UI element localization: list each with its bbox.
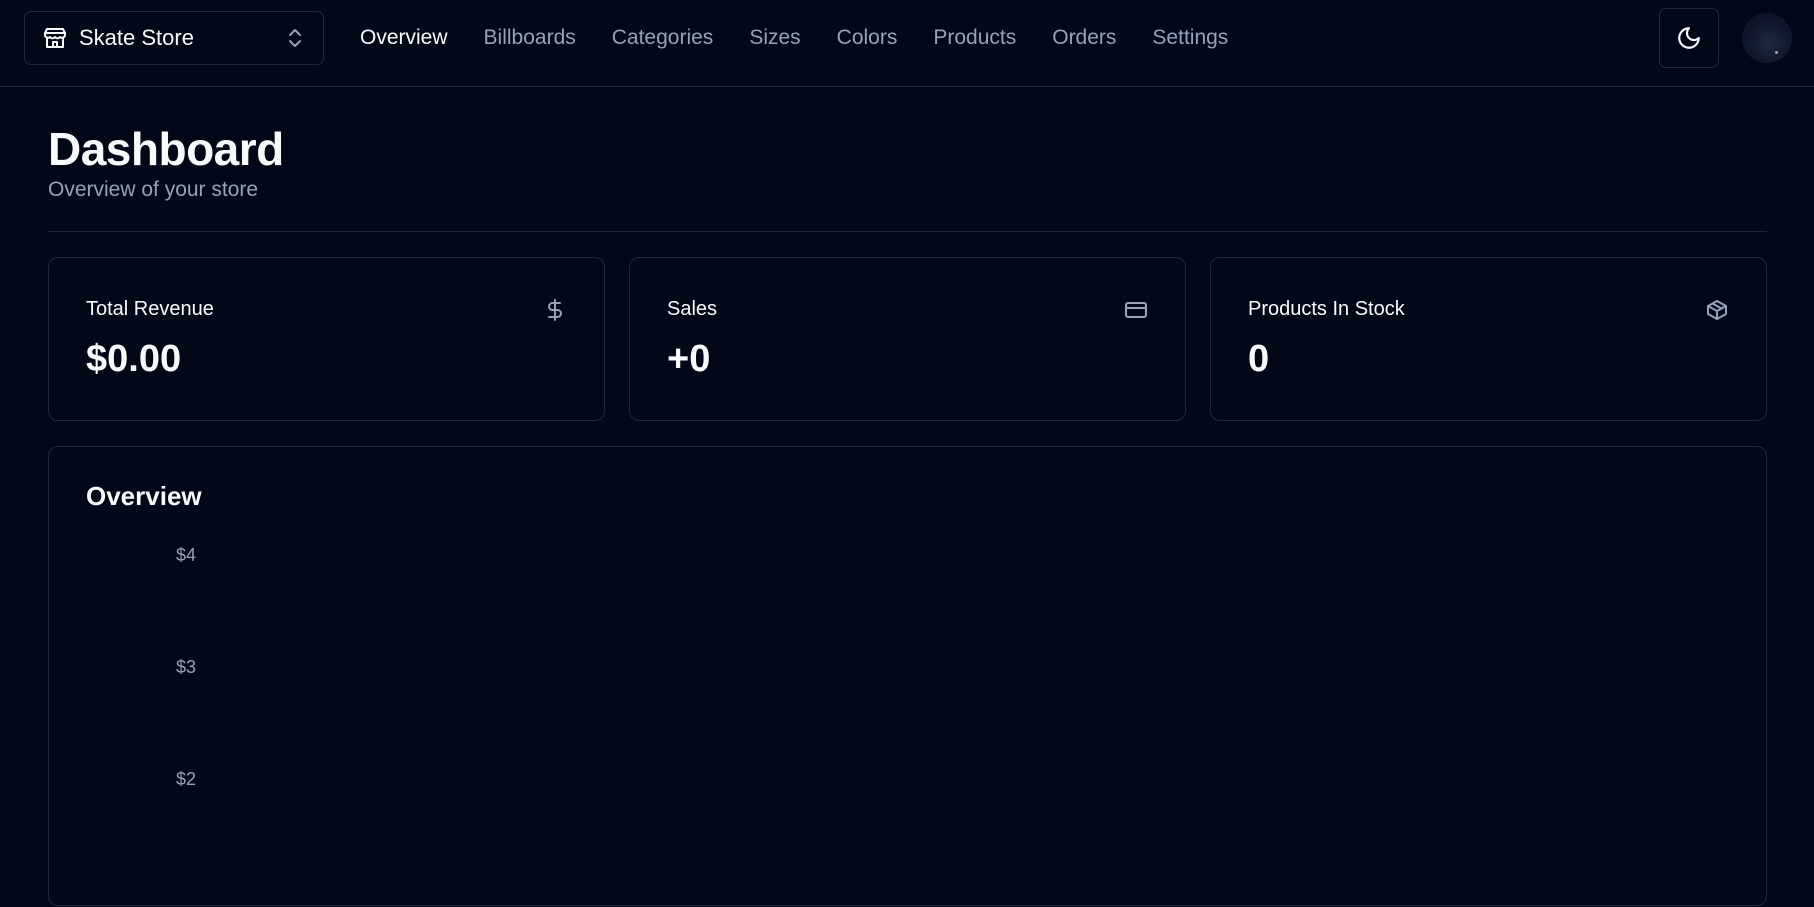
y-axis-tick-label: $4 xyxy=(175,545,196,565)
credit-card-icon xyxy=(1124,298,1148,322)
total-revenue-card: Total Revenue $0.00 xyxy=(48,257,605,421)
overview-chart-card: Overview $4 $3 $2 xyxy=(48,446,1767,906)
card-label: Sales xyxy=(667,298,718,320)
card-value: +0 xyxy=(667,338,711,380)
card-label: Products In Stock xyxy=(1248,298,1405,320)
card-value: 0 xyxy=(1248,338,1270,380)
sales-card: Sales +0 xyxy=(629,257,1186,421)
nav-link-products[interactable]: Products xyxy=(933,26,1016,50)
nav-link-overview[interactable]: Overview xyxy=(360,26,448,50)
card-label: Total Revenue xyxy=(86,298,214,320)
header-separator xyxy=(48,231,1767,232)
main-nav: Overview Billboards Categories Sizes Col… xyxy=(360,0,1264,76)
revenue-chart: $4 $3 $2 xyxy=(86,545,1726,907)
moon-icon xyxy=(1676,25,1702,51)
y-axis: $4 $3 $2 xyxy=(86,545,196,907)
y-axis-tick-label: $3 xyxy=(175,657,196,677)
nav-link-orders[interactable]: Orders xyxy=(1052,26,1116,50)
store-icon xyxy=(43,26,67,50)
overview-title: Overview xyxy=(86,481,202,511)
products-in-stock-card: Products In Stock 0 xyxy=(1210,257,1767,421)
theme-toggle-button[interactable] xyxy=(1659,8,1719,68)
nav-link-settings[interactable]: Settings xyxy=(1152,26,1228,50)
store-name: Skate Store xyxy=(79,25,194,50)
nav-link-billboards[interactable]: Billboards xyxy=(484,26,576,50)
card-value: $0.00 xyxy=(86,338,182,380)
dollar-icon xyxy=(543,298,567,322)
y-axis-tick-label: $2 xyxy=(175,769,196,789)
top-navbar: Skate Store Overview Billboards Categori… xyxy=(0,0,1814,87)
avatar-dot xyxy=(1775,51,1778,54)
nav-link-colors[interactable]: Colors xyxy=(837,26,898,50)
package-icon xyxy=(1705,298,1729,322)
store-switcher[interactable]: Skate Store xyxy=(24,11,324,65)
page-title: Dashboard xyxy=(48,123,284,175)
user-avatar[interactable] xyxy=(1742,13,1792,63)
page-subtitle: Overview of your store xyxy=(48,178,259,201)
nav-link-categories[interactable]: Categories xyxy=(612,26,714,50)
nav-link-sizes[interactable]: Sizes xyxy=(749,26,800,50)
chevrons-up-down-icon xyxy=(285,26,305,50)
